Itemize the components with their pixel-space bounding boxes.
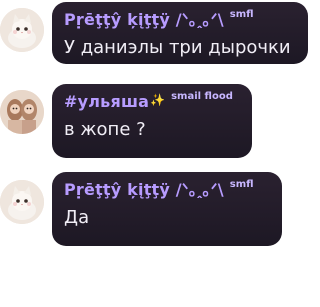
- kitty-avatar-icon: [0, 8, 44, 52]
- author-tag: smail flood: [171, 91, 233, 102]
- message-bubble[interactable]: #ульяша ✨ smail flood в жопе ?: [52, 84, 252, 158]
- message-3: Pṛēţţŷ ķįţţÿ /ᐠ｡ꞈ｡ᐟ\ smfl Да: [0, 172, 320, 280]
- author-tag: smfl: [229, 9, 254, 20]
- author-row: Pṛēţţŷ ķįţţÿ /ᐠ｡ꞈ｡ᐟ\ smfl: [64, 9, 296, 32]
- author-tag: smfl: [229, 179, 254, 190]
- author-name[interactable]: Pṛēţţŷ ķįţţÿ /ᐠ｡ꞈ｡ᐟ\: [64, 10, 224, 30]
- sparkle-icon: ✨: [150, 93, 166, 107]
- ulyasha-avatar-icon: [0, 90, 44, 134]
- message-2: #ульяша ✨ smail flood в жопе ?: [0, 84, 320, 180]
- avatar[interactable]: [0, 90, 44, 134]
- message-text: в жопе ?: [64, 119, 146, 140]
- avatar[interactable]: [0, 180, 44, 224]
- author-row: Pṛēţţŷ ķįţţÿ /ᐠ｡ꞈ｡ᐟ\ smfl: [64, 179, 270, 202]
- message-bubble[interactable]: Pṛēţţŷ ķįţţÿ /ᐠ｡ꞈ｡ᐟ\ smfl Да: [52, 172, 282, 246]
- message-bubble[interactable]: Pṛēţţŷ ķįţţÿ /ᐠ｡ꞈ｡ᐟ\ smfl У даниэлы три …: [52, 2, 308, 64]
- message-text: Да: [64, 207, 90, 228]
- message-1: Pṛēţţŷ ķįţţÿ /ᐠ｡ꞈ｡ᐟ\ smfl У даниэлы три …: [0, 0, 320, 90]
- author-row: #ульяша ✨ smail flood: [64, 91, 240, 114]
- avatar[interactable]: [0, 8, 44, 52]
- kitty-avatar-icon: [0, 180, 44, 224]
- message-text: У даниэлы три дырочки: [64, 37, 291, 58]
- author-name[interactable]: #ульяша: [64, 92, 149, 112]
- author-name[interactable]: Pṛēţţŷ ķįţţÿ /ᐠ｡ꞈ｡ᐟ\: [64, 180, 224, 200]
